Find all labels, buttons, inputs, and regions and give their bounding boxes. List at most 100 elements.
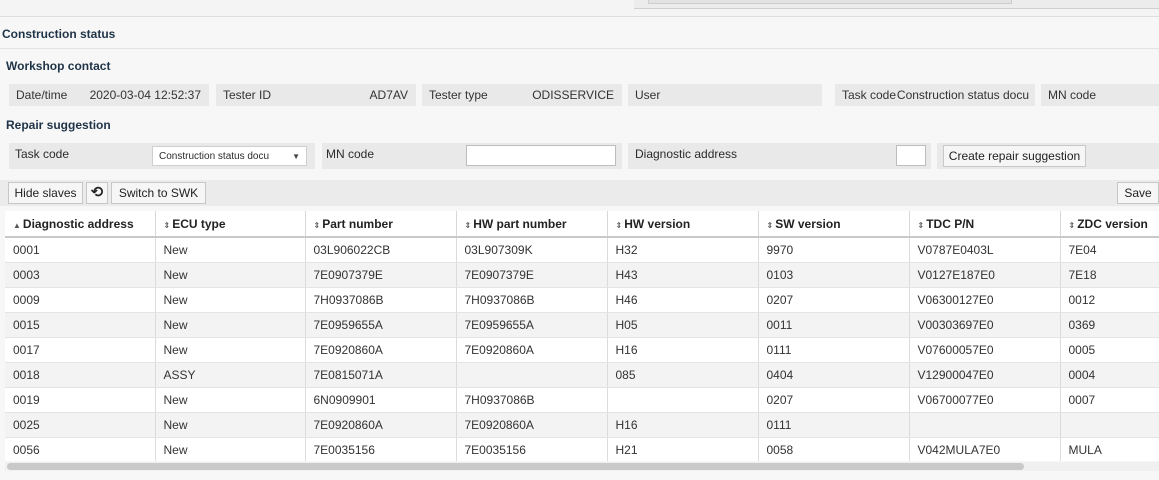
tester-id-label: Tester ID (223, 88, 272, 102)
sort-icon[interactable]: ⇕ (616, 221, 623, 230)
table-cell: 0207 (758, 387, 910, 413)
tester-id-field: Tester ID AD7AV (216, 84, 416, 106)
switch-to-swk-button[interactable]: Switch to SWK (111, 182, 206, 204)
repair-suggestion-heading: Repair suggestion (6, 118, 111, 132)
column-header-4[interactable]: ⇕ HW version (607, 211, 759, 238)
table-cell: 7E0920860A (456, 412, 608, 438)
column-header-label: HW part number (473, 216, 567, 231)
sort-icon[interactable]: ⇕ (465, 221, 472, 230)
tester-type-value: ODISSERVICE (532, 88, 614, 102)
table-cell: 0007 (1060, 387, 1159, 413)
table-cell: 7E0907379E (456, 262, 608, 288)
table-cell: 0015 (5, 312, 156, 338)
table-cell: New (155, 262, 306, 288)
diag-address-group: Diagnostic address (628, 143, 931, 169)
table-header-row: ▲ Diagnostic address ⇕ ECU type ⇕ Part number… (5, 211, 1159, 238)
table-cell: 0025 (5, 412, 156, 438)
table-cell: V07600057E0 (909, 337, 1061, 363)
sort-icon[interactable]: ⇕ (918, 221, 925, 230)
table-cell: 7E18 (1060, 262, 1159, 288)
diag-address-input[interactable] (896, 145, 926, 166)
table-cell: 7E0959655A (456, 312, 608, 338)
repair-mn-code-label: MN code (326, 147, 375, 161)
sort-icon[interactable]: ⇕ (314, 221, 321, 230)
table-cell: 0003 (5, 262, 156, 288)
table-cell: New (155, 412, 306, 438)
column-header-0[interactable]: ▲ Diagnostic address (5, 211, 156, 238)
table-cell: 7H0937086B (456, 287, 608, 313)
sort-icon[interactable]: ⇕ (1069, 221, 1076, 230)
tester-type-field: Tester type ODISSERVICE (422, 84, 622, 106)
diag-address-label: Diagnostic address (635, 147, 738, 161)
column-header-6[interactable]: ⇕ TDC P/N (909, 211, 1061, 238)
table-cell (909, 412, 1061, 438)
ecu-table: ▲ Diagnostic address ⇕ ECU type ⇕ Part number… (5, 211, 1159, 461)
table-cell: 7E0920860A (305, 337, 457, 363)
table-cell: H46 (607, 287, 759, 313)
table-row[interactable]: 0056 New 7E0035156 7E0035156 H21 0058 V042MULA… (5, 437, 1159, 461)
table-cell: New (155, 337, 306, 363)
sort-ascending-icon[interactable]: ▲ (13, 221, 21, 230)
column-header-2[interactable]: ⇕ Part number (305, 211, 457, 238)
table-cell: 7E0959655A (305, 312, 457, 338)
table-cell (607, 387, 759, 413)
sort-icon[interactable]: ⇕ (767, 221, 774, 230)
table-row[interactable]: 0018 ASSY 7E0815071A 085 0404 V12900047E0 0004 (5, 362, 1159, 388)
table-cell: H43 (607, 262, 759, 288)
table-cell: 7E0815071A (305, 362, 457, 388)
datetime-value: 2020-03-04 12:52:37 (89, 88, 201, 102)
column-header-7[interactable]: ⇕ ZDC version (1060, 211, 1159, 238)
table-cell: MULA (1060, 437, 1159, 461)
task-code-select[interactable]: Construction status docu ▼ (152, 146, 307, 166)
table-cell: 0011 (758, 312, 910, 338)
column-header-5[interactable]: ⇕ SW version (758, 211, 910, 238)
table-cell: New (155, 387, 306, 413)
column-header-label: Part number (322, 216, 393, 231)
page-title: Construction status (2, 27, 116, 41)
table-cell: V12900047E0 (909, 362, 1061, 388)
table-row[interactable]: 0001 New 03L906022CB 03L907309K H32 9970 V0787… (5, 237, 1159, 263)
table-cell: 0001 (5, 237, 156, 263)
task-code-selected: Construction status docu (159, 151, 270, 162)
table-cell: H32 (607, 237, 759, 263)
chevron-down-icon[interactable]: ▼ (292, 147, 300, 167)
table-cell: 7E0035156 (456, 437, 608, 461)
table-cell: 0012 (1060, 287, 1159, 313)
table-cell: 7H0937086B (305, 287, 457, 313)
scrollbar-thumb[interactable] (7, 463, 1024, 470)
table-cell: 0005 (1060, 337, 1159, 363)
refresh-icon[interactable]: ⟲ (86, 182, 108, 204)
table-row[interactable]: 0019 New 6N0909901 7H0937086B 0207 V06700077E… (5, 387, 1159, 413)
table-cell: V00303697E0 (909, 312, 1061, 338)
table-cell: 9970 (758, 237, 910, 263)
table-cell: 085 (607, 362, 759, 388)
mn-code-input[interactable] (466, 145, 616, 166)
table-cell: 0018 (5, 362, 156, 388)
table-cell: H05 (607, 312, 759, 338)
table-cell: 7E0035156 (305, 437, 457, 461)
divider (0, 48, 1159, 49)
table-cell: 7E04 (1060, 237, 1159, 263)
table-row[interactable]: 0025 New 7E0920860A 7E0920860A H16 0111 (5, 412, 1159, 438)
table-cell: 0404 (758, 362, 910, 388)
table-row[interactable]: 0017 New 7E0920860A 7E0920860A H16 0111 V07600… (5, 337, 1159, 363)
table-cell: 0019 (5, 387, 156, 413)
column-header-label: ZDC version (1077, 216, 1148, 231)
tester-type-label: Tester type (429, 88, 488, 102)
mn-code-label: MN code (1048, 88, 1097, 102)
hide-slaves-button[interactable]: Hide slaves (8, 182, 83, 204)
sort-icon[interactable]: ⇕ (164, 221, 171, 230)
column-header-1[interactable]: ⇕ ECU type (155, 211, 306, 238)
save-button[interactable]: Save (1117, 182, 1159, 204)
table-row[interactable]: 0015 New 7E0959655A 7E0959655A H05 0011 V00303… (5, 312, 1159, 338)
table-cell: 0207 (758, 287, 910, 313)
column-header-3[interactable]: ⇕ HW part number (456, 211, 608, 238)
table-row[interactable]: 0009 New 7H0937086B 7H0937086B H46 0207 V06300… (5, 287, 1159, 313)
create-repair-suggestion-button[interactable]: Create repair suggestion (943, 145, 1086, 167)
table-cell: 03L906022CB (305, 237, 457, 263)
top-input[interactable] (648, 0, 1012, 4)
table-body: 0001 New 03L906022CB 03L907309K H32 9970 V0787… (5, 237, 1159, 461)
column-header-label: Diagnostic address (22, 216, 134, 231)
table-row[interactable]: 0003 New 7E0907379E 7E0907379E H43 0103 V0127E… (5, 262, 1159, 288)
table-cell: 0058 (758, 437, 910, 461)
